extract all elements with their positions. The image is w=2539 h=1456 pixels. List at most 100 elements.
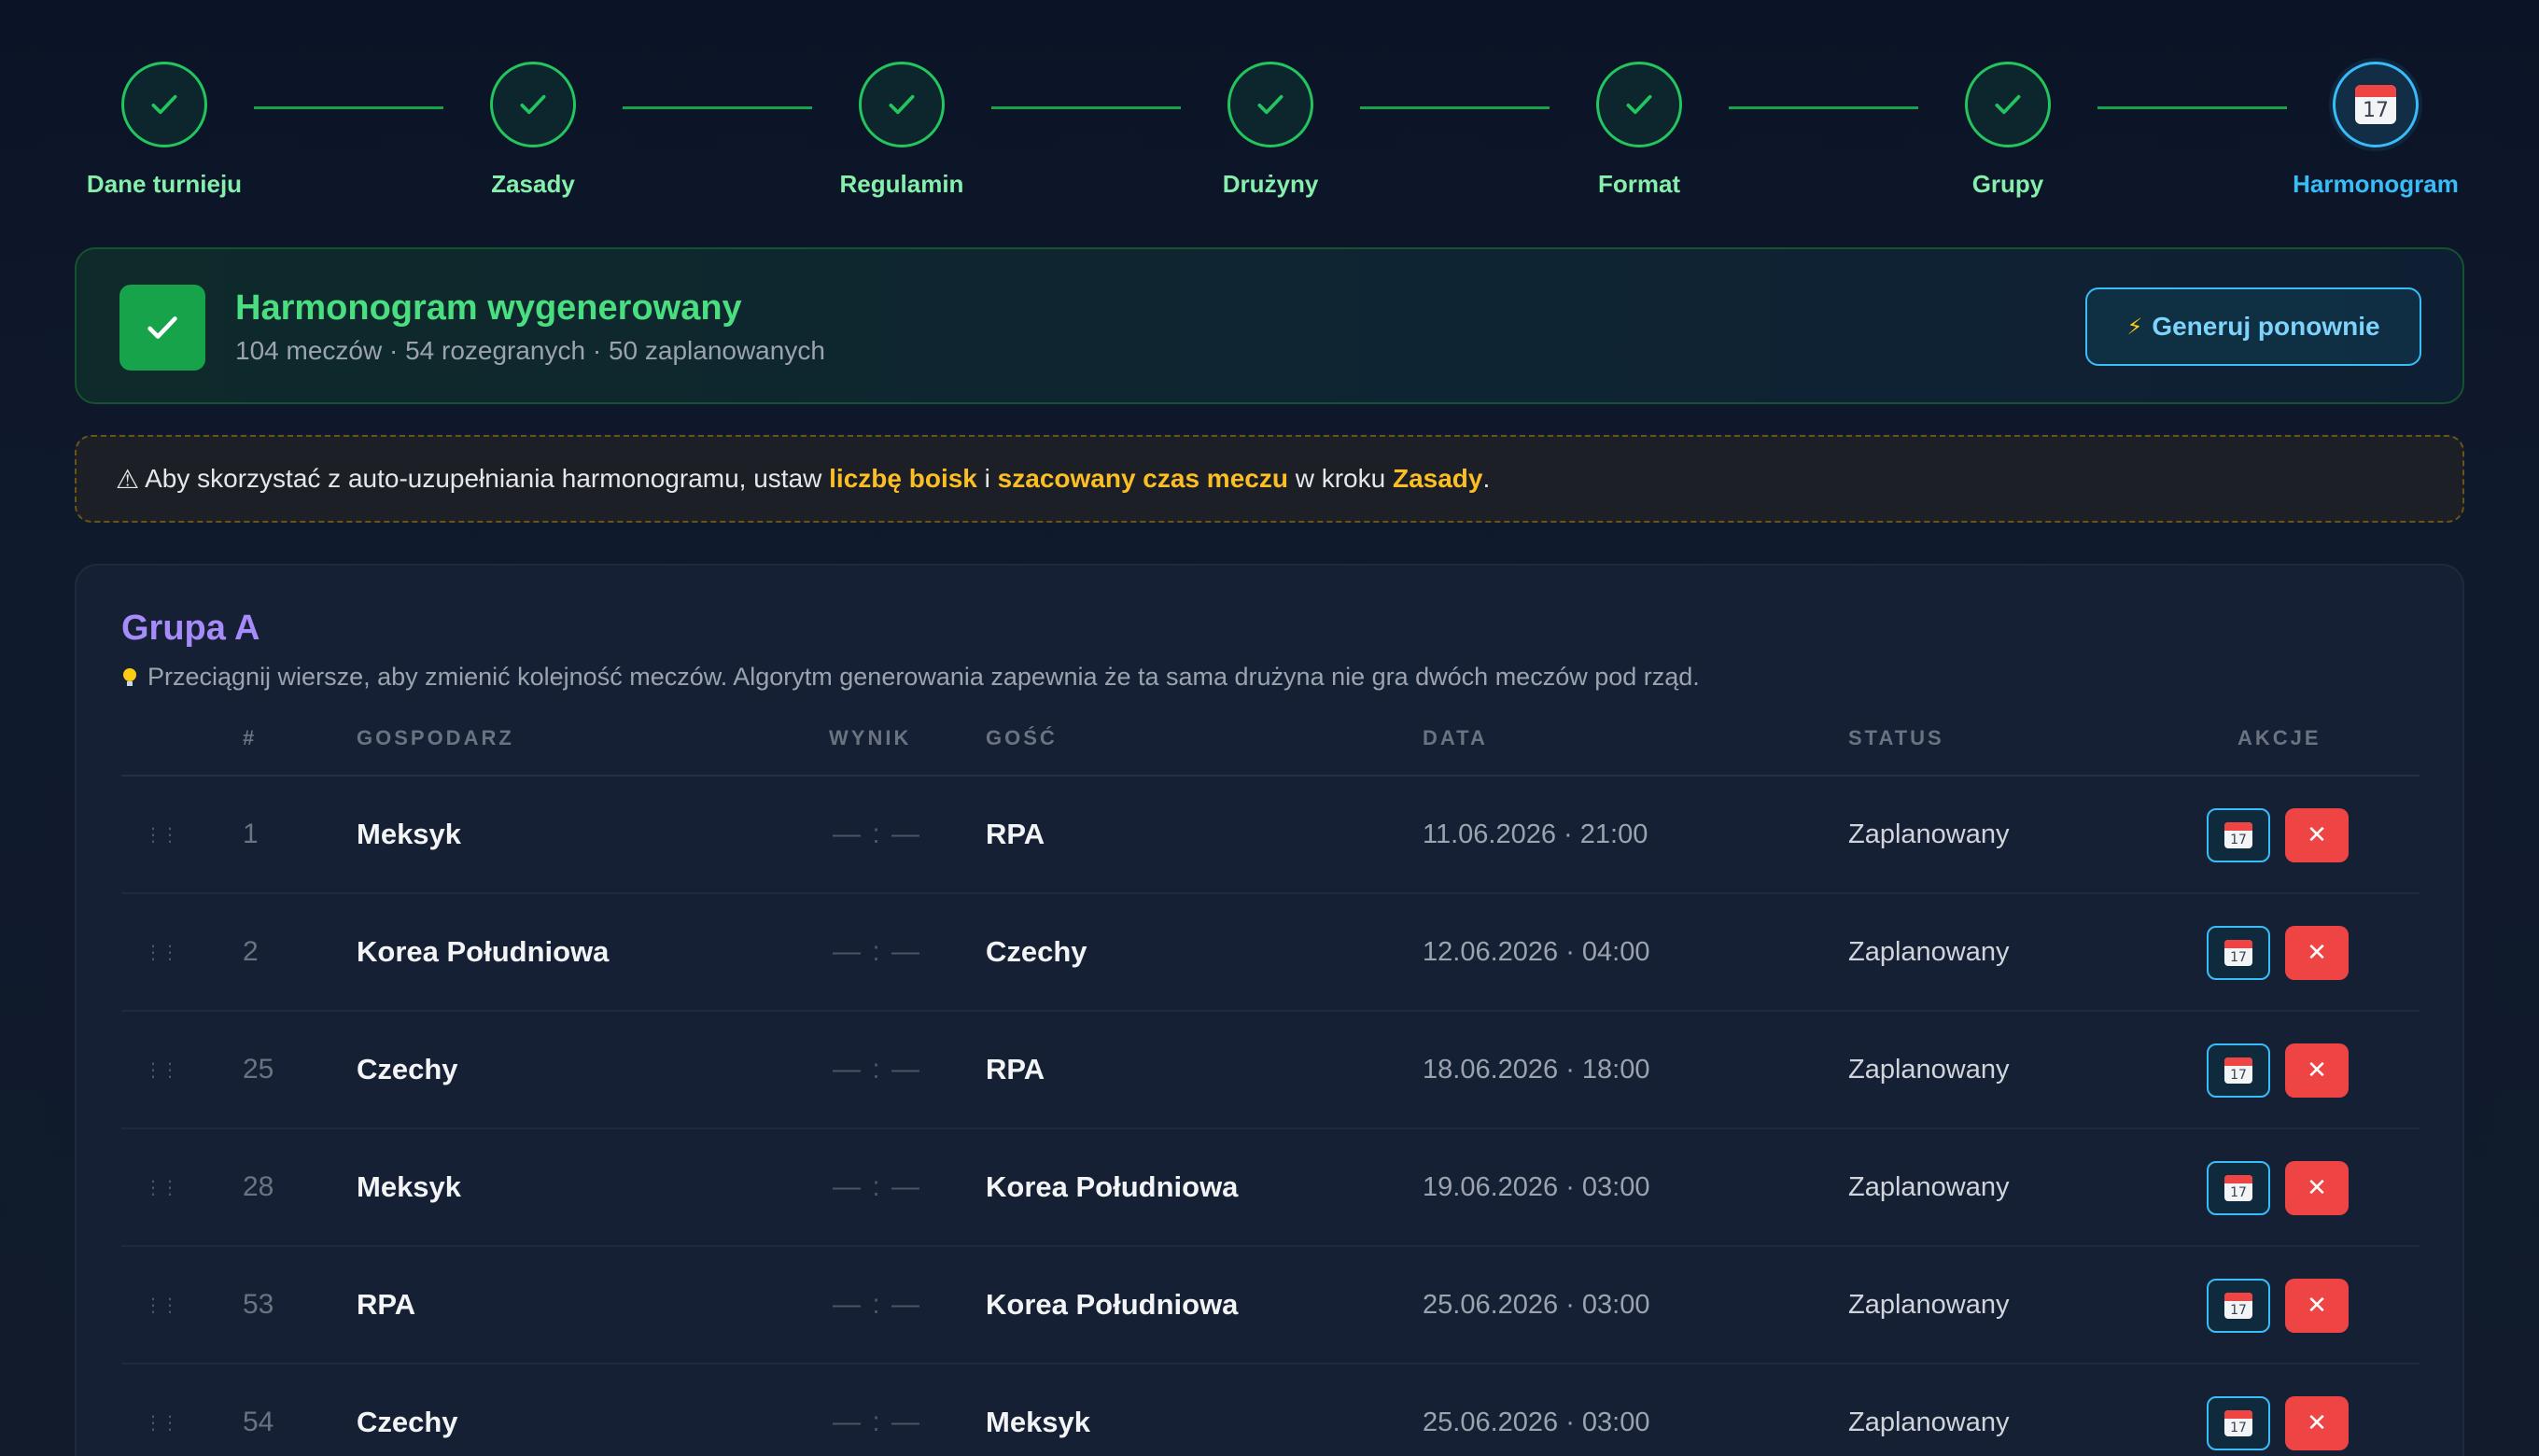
step-done-indicator <box>1596 62 1682 147</box>
drag-handle-icon[interactable]: ⋮⋮ <box>144 777 179 892</box>
schedule-button[interactable]: 17 <box>2207 808 2270 862</box>
schedule-button[interactable]: 17 <box>2207 1161 2270 1215</box>
column-header-away: GOŚĆ <box>986 726 1058 749</box>
match-date: 12.06.2026 · 04:00 <box>1423 936 1650 967</box>
match-score: — : — <box>833 1171 922 1202</box>
home-team: RPA <box>357 1288 416 1321</box>
column-header-home: GOSPODARZ <box>357 726 514 749</box>
check-icon <box>1995 94 2021 115</box>
success-title: Harmonogram wygenerowany <box>235 288 742 328</box>
schedule-button[interactable]: 17 <box>2207 1396 2270 1450</box>
delete-button[interactable]: ✕ <box>2285 808 2349 862</box>
warning-text: w kroku <box>1295 464 1386 493</box>
group-card: Grupa A Przeciągnij wiersze, aby zmienić… <box>75 564 2464 1456</box>
step-harmonogram[interactable]: 17 Harmonogram <box>2254 62 2497 199</box>
match-status: Zaplanowany <box>1848 936 2010 967</box>
warning-highlight-pitches: liczbę boisk <box>829 464 977 493</box>
match-status: Zaplanowany <box>1848 1407 2010 1437</box>
calendar-icon: 17 <box>2224 1057 2252 1084</box>
match-number: 54 <box>243 1407 274 1437</box>
step-dane-turnieju[interactable]: Dane turnieju <box>43 62 286 199</box>
table-row[interactable]: ⋮⋮ 2 Korea Południowa — : — Czechy 12.06… <box>121 894 2420 1012</box>
step-label: Drużyny <box>1222 170 1319 198</box>
step-done-indicator <box>1227 62 1313 147</box>
step-regulamin[interactable]: Regulamin <box>780 62 1023 199</box>
away-team: Korea Południowa <box>986 1288 1239 1321</box>
calendar-icon: 17 <box>2224 940 2252 966</box>
table-row[interactable]: ⋮⋮ 28 Meksyk — : — Korea Południowa 19.0… <box>121 1129 2420 1247</box>
warning-text: i <box>984 464 990 493</box>
home-team: Meksyk <box>357 818 462 850</box>
calendar-icon: 17 <box>2224 1410 2252 1436</box>
match-score: — : — <box>833 819 922 849</box>
step-label: Format <box>1597 170 1681 198</box>
step-grupy[interactable]: Grupy <box>1887 62 2129 199</box>
match-date: 11.06.2026 · 21:00 <box>1423 819 1648 849</box>
group-hint: Przeciągnij wiersze, aby zmienić kolejno… <box>123 663 1700 692</box>
regenerate-button[interactable]: ⚡ Generuj ponownie <box>2085 287 2421 366</box>
delete-button[interactable]: ✕ <box>2285 1161 2349 1215</box>
step-label: Zasady <box>491 170 575 198</box>
drag-handle-icon[interactable]: ⋮⋮ <box>144 1129 179 1245</box>
match-date: 25.06.2026 · 03:00 <box>1423 1407 1650 1437</box>
schedule-button[interactable]: 17 <box>2207 926 2270 980</box>
step-done-indicator <box>490 62 576 147</box>
success-badge <box>119 285 205 371</box>
step-format[interactable]: Format <box>1518 62 1760 199</box>
step-label: Dane turnieju <box>86 170 243 198</box>
match-number: 1 <box>243 819 259 849</box>
away-team: Korea Południowa <box>986 1170 1239 1203</box>
schedule-button[interactable]: 17 <box>2207 1279 2270 1333</box>
step-done-indicator <box>1965 62 2051 147</box>
check-icon <box>889 94 915 115</box>
drag-handle-icon[interactable]: ⋮⋮ <box>144 1365 179 1456</box>
match-status: Zaplanowany <box>1848 1171 2010 1202</box>
home-team: Czechy <box>357 1053 458 1085</box>
match-date: 18.06.2026 · 18:00 <box>1423 1054 1650 1085</box>
match-score: — : — <box>833 1289 922 1320</box>
drag-handle-icon[interactable]: ⋮⋮ <box>144 894 179 1010</box>
match-number: 2 <box>243 936 259 967</box>
away-team: RPA <box>986 818 1045 850</box>
schedule-generated-panel: Harmonogram wygenerowany 104 meczów · 54… <box>75 247 2464 404</box>
match-score: — : — <box>833 1407 922 1437</box>
regenerate-label: Generuj ponownie <box>2152 312 2380 341</box>
table-row[interactable]: ⋮⋮ 53 RPA — : — Korea Południowa 25.06.2… <box>121 1247 2420 1365</box>
table-row[interactable]: ⋮⋮ 54 Czechy — : — Meksyk 25.06.2026 · 0… <box>121 1365 2420 1456</box>
match-score: — : — <box>833 936 922 967</box>
calendar-icon: 17 <box>2355 85 2396 124</box>
drag-handle-icon[interactable]: ⋮⋮ <box>144 1247 179 1363</box>
wizard-stepper: Dane turnieju Zasady Regulamin Drużyny F… <box>0 0 2539 215</box>
table-row[interactable]: ⋮⋮ 25 Czechy — : — RPA 18.06.2026 · 18:0… <box>121 1012 2420 1129</box>
check-icon <box>1257 94 1284 115</box>
delete-button[interactable]: ✕ <box>2285 1043 2349 1098</box>
match-number: 28 <box>243 1171 274 1202</box>
warning-highlight-step[interactable]: Zasady <box>1393 464 1483 494</box>
match-status: Zaplanowany <box>1848 1289 2010 1320</box>
match-summary: 104 meczów · 54 rozegranych · 50 zaplano… <box>235 336 825 365</box>
step-druzyny[interactable]: Drużyny <box>1149 62 1392 199</box>
calendar-icon: 17 <box>2224 822 2252 848</box>
step-label: Grupy <box>1971 170 2044 198</box>
column-header-status: STATUS <box>1848 726 1944 749</box>
lightning-icon: ⚡ <box>2126 314 2143 340</box>
drag-handle-icon[interactable]: ⋮⋮ <box>144 1012 179 1127</box>
column-header-date: DATA <box>1423 726 1488 749</box>
table-row[interactable]: ⋮⋮ 1 Meksyk — : — RPA 11.06.2026 · 21:00… <box>121 777 2420 894</box>
step-done-indicator <box>121 62 207 147</box>
group-title: Grupa A <box>121 609 260 648</box>
warning-icon: ⚠ <box>116 463 140 495</box>
home-team: Meksyk <box>357 1170 462 1203</box>
step-zasady[interactable]: Zasady <box>412 62 654 199</box>
away-team: Meksyk <box>986 1406 1091 1438</box>
column-header-actions: AKCJE <box>2237 726 2322 749</box>
match-date: 25.06.2026 · 03:00 <box>1423 1289 1650 1320</box>
warning-text: Aby skorzystać z auto-uzupełniania harmo… <box>145 464 822 493</box>
delete-button[interactable]: ✕ <box>2285 1279 2349 1333</box>
delete-button[interactable]: ✕ <box>2285 926 2349 980</box>
delete-button[interactable]: ✕ <box>2285 1396 2349 1450</box>
step-label: Regulamin <box>839 170 964 198</box>
step-active-indicator: 17 <box>2333 62 2419 147</box>
schedule-button[interactable]: 17 <box>2207 1043 2270 1098</box>
warning-text: . <box>1482 464 1491 493</box>
